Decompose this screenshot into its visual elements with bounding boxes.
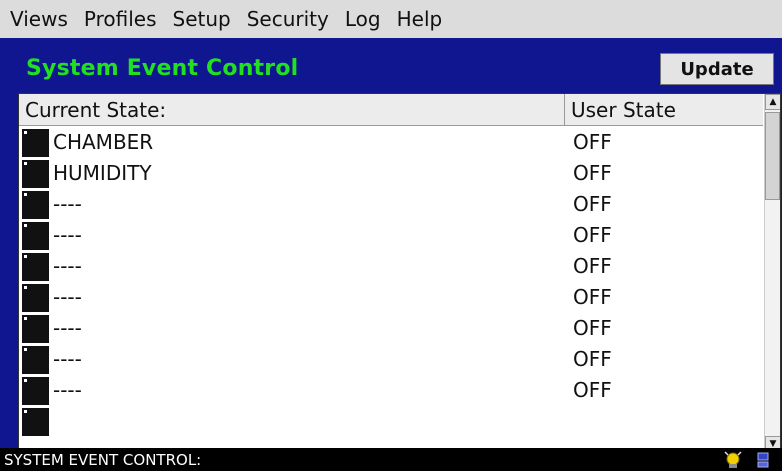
event-toggle-box[interactable] [22,191,49,219]
menu-help[interactable]: Help [397,7,443,31]
network-icon[interactable] [752,450,774,469]
event-row[interactable]: ---- OFF [19,281,763,312]
event-toggle-box[interactable] [22,222,49,250]
event-name: ---- [53,222,82,247]
event-user-state: OFF [573,284,612,309]
event-row[interactable]: ---- OFF [19,374,763,405]
event-row[interactable]: ---- OFF [19,312,763,343]
event-toggle-box[interactable] [22,253,49,281]
vertical-scrollbar[interactable]: ▲ ▼ [764,94,780,452]
event-row[interactable]: ---- OFF [19,250,763,281]
column-header-user-state[interactable]: User State [565,94,763,125]
menu-security[interactable]: Security [247,7,329,31]
menu-setup[interactable]: Setup [173,7,231,31]
event-name: ---- [53,284,82,309]
event-row[interactable]: ---- OFF [19,188,763,219]
menu-profiles[interactable]: Profiles [84,7,157,31]
event-name: ---- [53,253,82,278]
event-user-state: OFF [573,346,612,371]
event-row[interactable]: ---- OFF [19,343,763,374]
panel-title: System Event Control [26,56,299,81]
event-user-state: OFF [573,129,612,154]
event-name: CHAMBER [53,129,154,154]
event-list: Current State: User State CHAMBER OFF HU… [18,93,781,471]
event-user-state: OFF [573,253,612,278]
event-name: HUMIDITY [53,160,152,185]
list-header: Current State: User State [19,94,763,126]
event-row[interactable]: CHAMBER OFF [19,126,763,157]
menu-views[interactable]: Views [10,7,68,31]
event-user-state: OFF [573,160,612,185]
event-name: ---- [53,191,82,216]
status-icons [722,448,782,471]
event-toggle-box[interactable] [22,160,49,188]
update-button[interactable]: Update [660,53,774,85]
event-row[interactable]: ---- OFF [19,219,763,250]
event-user-state: OFF [573,315,612,340]
event-toggle-box[interactable] [22,346,49,374]
event-user-state: OFF [573,222,612,247]
menu-log[interactable]: Log [345,7,381,31]
menu-bar: Views Profiles Setup Security Log Help [0,0,782,38]
event-rows: CHAMBER OFF HUMIDITY OFF ---- OFF ---- O… [19,126,763,436]
event-toggle-box[interactable] [22,408,49,436]
event-toggle-box[interactable] [22,284,49,312]
status-text: SYSTEM EVENT CONTROL: [4,450,202,469]
event-name: ---- [53,346,82,371]
scroll-up-arrow-icon[interactable]: ▲ [765,94,780,110]
status-bar: SYSTEM EVENT CONTROL: [0,448,782,471]
event-name: ---- [53,315,82,340]
vertical-scroll-thumb[interactable] [765,112,780,200]
alarm-light-icon[interactable] [722,450,744,469]
event-toggle-box[interactable] [22,129,49,157]
event-toggle-box[interactable] [22,315,49,343]
event-row[interactable]: HUMIDITY OFF [19,157,763,188]
event-name: ---- [53,377,82,402]
event-toggle-box[interactable] [22,377,49,405]
event-user-state: OFF [573,377,612,402]
event-user-state: OFF [573,191,612,216]
event-row-partial[interactable] [19,405,763,436]
column-header-current-state[interactable]: Current State: [19,94,565,125]
event-control-panel: System Event Control Update Current Stat… [0,38,782,471]
